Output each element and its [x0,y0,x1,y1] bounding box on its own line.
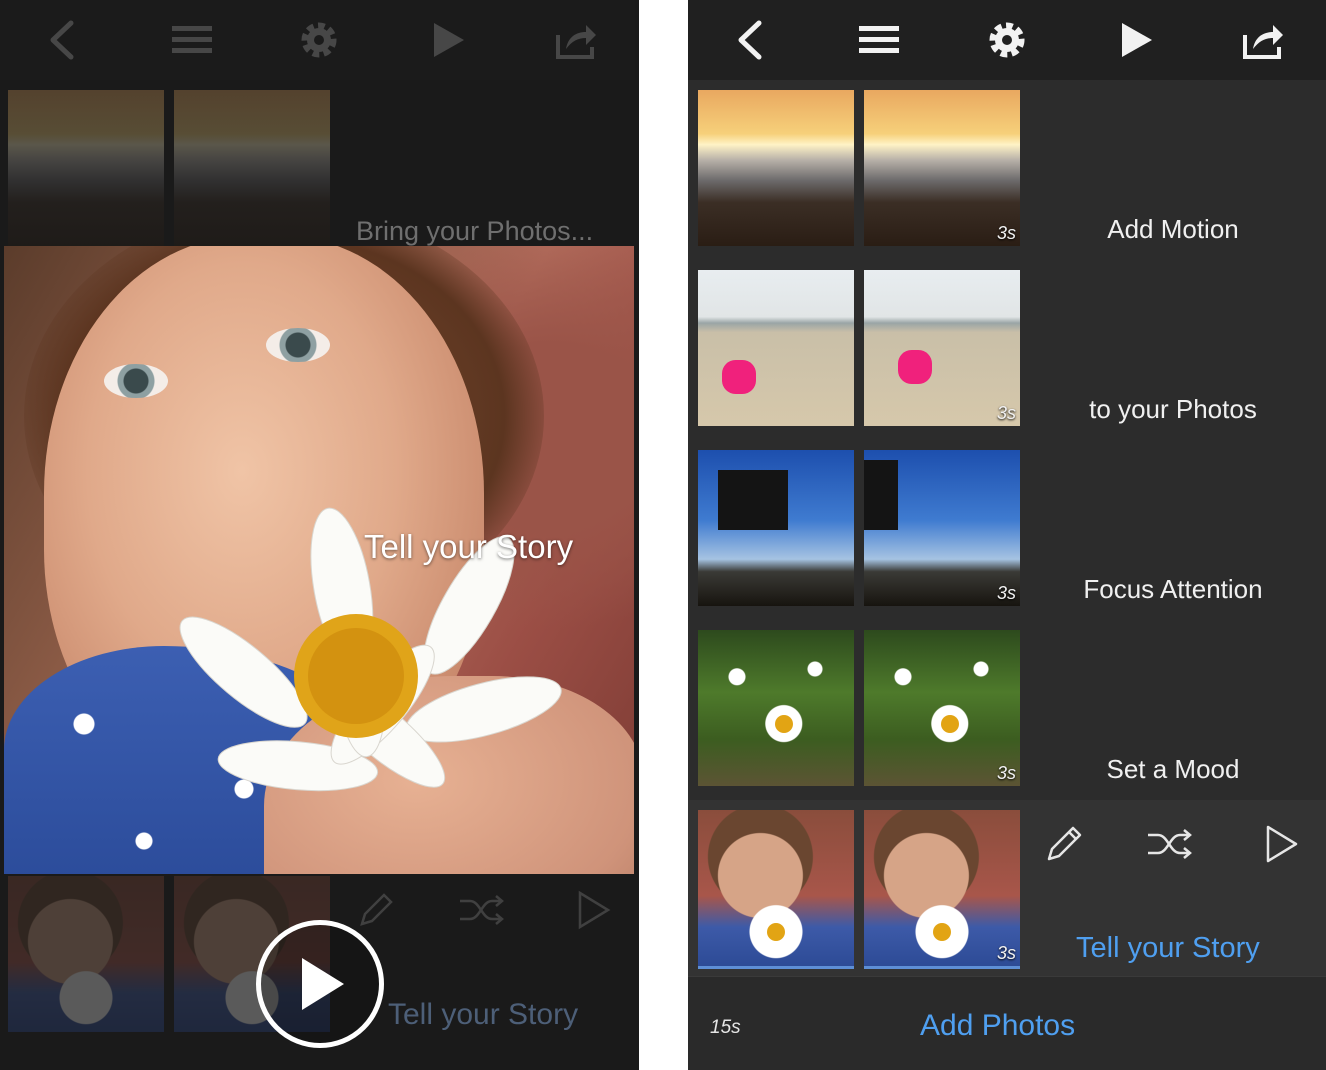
gear-icon [301,22,337,58]
clip-thumbnail[interactable]: 3s [864,630,1020,786]
clip-thumbnail[interactable] [698,450,854,606]
shuffle-icon [1148,829,1192,859]
clip-thumbnail[interactable] [698,810,854,966]
clip-thumbnail[interactable]: 3s [864,270,1020,426]
menu-icon [171,26,212,53]
tell-your-story-link[interactable]: Tell your Story [1076,932,1260,965]
clip-duration: 3s [996,223,1016,243]
share-button[interactable] [1230,8,1294,72]
play-outline-icon [1266,825,1298,863]
row-label: Focus Attention [1083,574,1263,604]
back-chevron-icon [50,20,74,60]
clip-thumbnail[interactable]: 3s [864,90,1020,246]
clip-duration: 3s [996,943,1016,963]
faded-story-link: Tell your Story [388,998,579,1031]
settings-button[interactable] [287,8,351,72]
menu-icon [859,26,900,53]
left-toolbar [0,0,639,80]
footer-bar: 15s Add Photos [688,976,1326,1070]
toolbar [688,0,1326,80]
faded-thumbnail [8,876,164,1032]
pencil-icon [1047,826,1082,861]
play-button[interactable] [415,8,479,72]
clip-duration: 3s [996,583,1016,603]
hero-eye-right [266,328,330,362]
faded-thumbnail [8,90,164,246]
play-icon [434,23,465,57]
preview-play-button[interactable] [1254,816,1310,872]
settings-button[interactable] [975,8,1039,72]
clip-thumbnail[interactable]: 3s [864,810,1020,966]
clip-duration: 3s [996,763,1016,783]
clip-thumbnail[interactable] [698,90,854,246]
clip-thumbnail[interactable] [698,270,854,426]
share-icon [556,25,597,59]
row-label: to your Photos [1089,394,1257,424]
shuffle-button[interactable] [1142,816,1198,872]
selected-row: 3s Tell your Story [688,800,1326,976]
play-icon [302,958,344,1010]
row-label: Set a Mood [1106,754,1240,784]
faded-play-outline-icon [578,890,611,930]
row-label: Add Motion [1107,214,1239,244]
selection-indicator [864,966,1020,969]
share-icon [1243,25,1284,59]
total-duration: 15s [710,1017,741,1038]
clip-thumbnail[interactable]: 3s [864,450,1020,606]
clip-duration: 3s [996,403,1016,423]
selection-indicator [698,966,854,969]
hero-eye-left [104,364,168,398]
add-photos-button[interactable]: Add Photos [920,1009,1075,1043]
faded-thumbnail [174,90,330,246]
right-phone-screen: 3s Add Motion 3s to your Photos 3s Focus… [688,0,1326,1070]
hero-photo: Tell your Story [4,246,634,874]
gear-icon [989,22,1025,58]
big-play-button[interactable] [256,920,384,1048]
play-icon [1121,23,1152,57]
back-button[interactable] [720,8,784,72]
faded-shuffle-icon [460,895,504,925]
menu-button[interactable] [160,8,224,72]
play-button[interactable] [1103,8,1167,72]
left-phone-screen: Bring your Photos... Tell your Story Tel… [0,0,639,1070]
faded-pencil-icon [360,893,393,926]
edit-button[interactable] [1036,816,1092,872]
share-button[interactable] [543,8,607,72]
menu-button[interactable] [847,8,911,72]
back-button[interactable] [32,8,96,72]
back-chevron-icon [738,20,762,60]
faded-caption: Bring your Photos... [356,216,594,246]
overlay-title: Tell your Story [364,528,574,565]
clip-thumbnail[interactable] [698,630,854,786]
